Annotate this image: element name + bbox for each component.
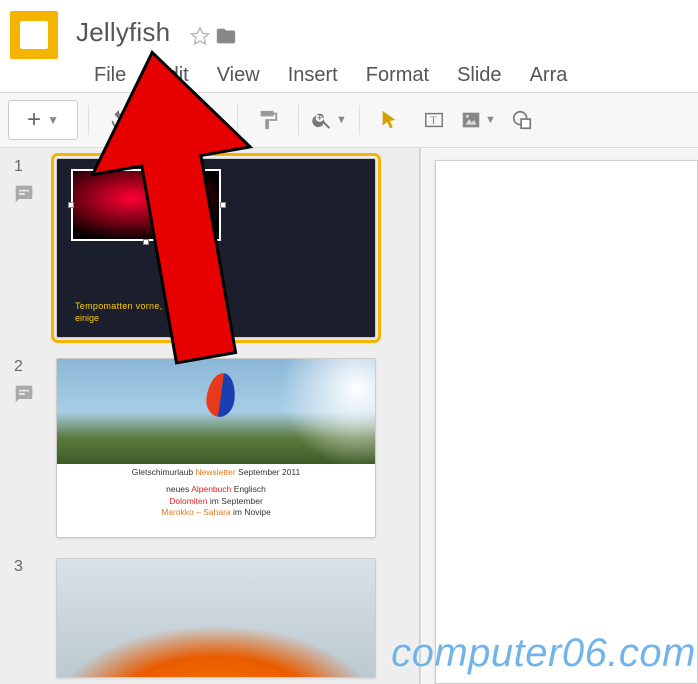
slide-canvas[interactable]	[435, 160, 698, 684]
shape-icon	[511, 109, 533, 131]
zoom-icon	[311, 109, 333, 131]
slide-thumb[interactable]: Tempomatten vorne, einige	[56, 158, 376, 338]
zoom-button[interactable]: ▼	[309, 100, 349, 140]
select-icon	[379, 109, 401, 131]
toolbar: + ▼ ▼ T ▼	[0, 92, 698, 148]
plus-icon: +	[27, 106, 41, 134]
select-button[interactable]	[370, 100, 410, 140]
menu-file[interactable]: File	[80, 60, 140, 91]
image-icon	[460, 109, 482, 131]
star-icon[interactable]	[189, 25, 211, 47]
separator	[359, 105, 360, 135]
app-logo	[10, 11, 58, 59]
image-button[interactable]: ▼	[458, 100, 498, 140]
print-icon	[196, 109, 218, 131]
caret-down-icon: ▼	[485, 114, 496, 126]
textbox-icon: T	[423, 109, 445, 131]
slide-thumbnail-3[interactable]: 3	[14, 558, 405, 678]
print-button[interactable]	[187, 100, 227, 140]
separator	[88, 105, 89, 135]
menu-arrange[interactable]: Arra	[516, 60, 582, 91]
menu-format[interactable]: Format	[352, 60, 443, 91]
slide-thumbnail-1[interactable]: 1 Tempomatten vorne, einige	[14, 158, 405, 338]
caret-down-icon: ▼	[47, 113, 59, 127]
slide-number: 3	[14, 558, 56, 576]
move-folder-icon[interactable]	[215, 25, 237, 47]
paint-format-icon	[257, 109, 279, 131]
slide1-text2: einige	[75, 313, 99, 323]
menu-bar: File Edit View Insert Format Slide Arra	[0, 58, 698, 92]
menu-view[interactable]: View	[203, 60, 274, 91]
shape-button[interactable]	[502, 100, 542, 140]
slide2-text: Gletschimurlaub Newsletter September 201…	[57, 467, 375, 519]
document-title[interactable]: Jellyfish	[76, 17, 170, 48]
speaker-notes-icon	[14, 184, 56, 209]
separator	[298, 105, 299, 135]
slide-number: 2	[14, 358, 56, 376]
separator	[237, 105, 238, 135]
new-slide-button[interactable]: + ▼	[8, 100, 78, 140]
watermark-text: computer06.com	[391, 631, 696, 676]
menu-insert[interactable]: Insert	[274, 60, 352, 91]
textbox-button[interactable]: T	[414, 100, 454, 140]
undo-button[interactable]	[99, 100, 139, 140]
slide-thumb[interactable]: Gletschimurlaub Newsletter September 201…	[56, 358, 376, 538]
slide-canvas-area[interactable]	[420, 148, 698, 684]
caret-down-icon: ▼	[336, 114, 347, 126]
slide-number: 1	[14, 158, 56, 176]
undo-icon	[108, 109, 130, 131]
slide-panel[interactable]: 1 Tempomatten vorne, einige 2	[0, 148, 420, 684]
menu-edit[interactable]: Edit	[140, 60, 202, 91]
slide1-text: Tempomatten vorne,	[75, 301, 162, 311]
redo-icon	[152, 109, 174, 131]
paint-format-button[interactable]	[248, 100, 288, 140]
svg-text:T: T	[430, 116, 436, 127]
slide-thumbnail-2[interactable]: 2 Gletschimurlaub Newsletter September 2…	[14, 358, 405, 538]
speaker-notes-icon	[14, 384, 56, 409]
redo-button[interactable]	[143, 100, 183, 140]
menu-slide[interactable]: Slide	[443, 60, 515, 91]
slide-thumb[interactable]	[56, 558, 376, 678]
